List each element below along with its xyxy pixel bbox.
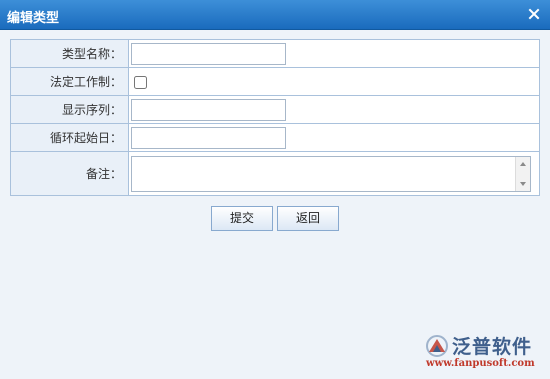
back-button[interactable]: 返回 (277, 206, 339, 231)
statutory-workday-checkbox[interactable] (134, 75, 147, 89)
cycle-start-day-label: 循环起始日： (10, 123, 129, 152)
remarks-scrollbar[interactable] (515, 156, 530, 191)
scroll-up-arrow-icon[interactable] (520, 161, 526, 166)
remarks-field (131, 155, 531, 192)
brand-watermark: 泛普软件 www.fanpusoft.com (424, 331, 544, 371)
submit-button[interactable]: 提交 (211, 206, 273, 231)
remarks-textarea[interactable] (132, 156, 516, 191)
scroll-down-arrow-icon[interactable] (520, 181, 526, 186)
type-name-label: 类型名称： (10, 39, 129, 68)
brand-url: www.fanpusoft.com (426, 358, 535, 369)
form-row-type-name: 类型名称： (10, 39, 540, 68)
form-row-display-order: 显示序列： (10, 95, 540, 124)
statutory-workday-label: 法定工作制： (10, 67, 129, 96)
display-order-input[interactable] (131, 98, 286, 121)
dialog-titlebar: 编辑类型 (0, 0, 550, 30)
edit-type-form: 类型名称： 法定工作制： 显示序列： 循环起始日： 备注： (10, 39, 540, 196)
cycle-start-day-input[interactable] (131, 126, 286, 149)
dialog-title: 编辑类型 (7, 11, 60, 26)
form-row-cycle-start-day: 循环起始日： (10, 123, 540, 152)
brand-name: 泛普软件 (452, 336, 533, 358)
display-order-label: 显示序列： (10, 95, 129, 124)
form-row-statutory-workday: 法定工作制： (10, 67, 540, 96)
brand-logo-icon (424, 334, 450, 361)
remarks-label: 备注： (10, 151, 129, 196)
form-row-remarks: 备注： (10, 151, 540, 196)
close-icon[interactable] (526, 6, 542, 22)
type-name-input[interactable] (131, 42, 286, 65)
